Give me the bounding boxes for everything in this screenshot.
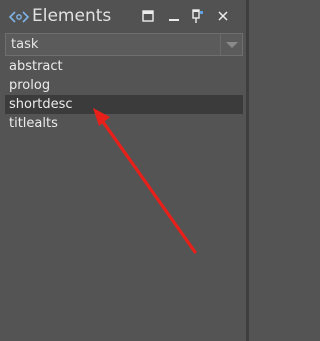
list-item-label: abstract [9, 59, 63, 74]
panel-title: Elements [32, 6, 112, 26]
combobox-dropdown-button[interactable] [220, 34, 242, 55]
list-item-label: titlealts [9, 116, 58, 131]
panel-titlebar: Elements [0, 0, 249, 33]
list-item-label: prolog [9, 78, 51, 93]
float-icon[interactable] [140, 8, 156, 24]
combobox-value: task [11, 37, 39, 52]
context-filter-combobox[interactable]: task [5, 33, 243, 56]
elements-list[interactable]: abstract prolog shortdesc titlealts [0, 57, 249, 341]
list-item[interactable]: prolog [5, 76, 243, 95]
minimize-icon[interactable] [166, 8, 182, 24]
list-item[interactable]: titlealts [5, 114, 243, 133]
list-item-label: shortdesc [9, 97, 73, 112]
list-item-selected[interactable]: shortdesc [5, 95, 243, 114]
chevron-down-icon [226, 42, 238, 48]
close-icon[interactable] [215, 8, 231, 24]
list-item[interactable]: abstract [5, 57, 243, 76]
xml-tags-icon [8, 11, 30, 23]
panel-edge [246, 0, 249, 341]
pin-icon[interactable] [189, 8, 205, 24]
